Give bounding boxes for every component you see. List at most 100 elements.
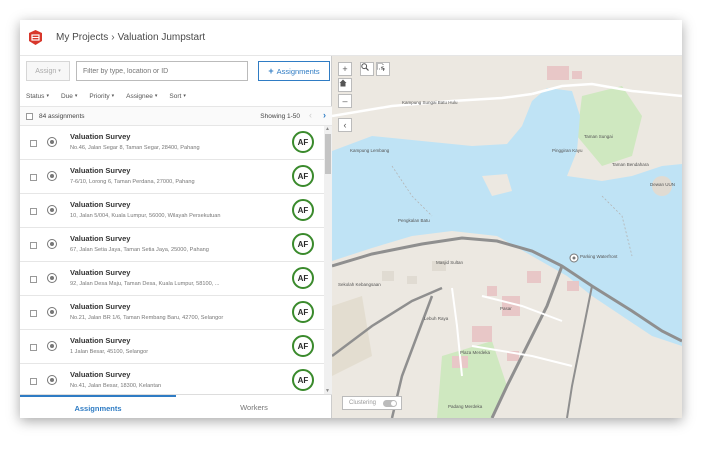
tab-workers[interactable]: Workers [176,395,332,418]
zoom-to-target-icon[interactable] [47,205,57,215]
workforce-logo-icon [28,30,42,46]
assignee-avatar: AF [292,267,314,289]
assignment-title: Valuation Survey [70,302,131,311]
list-item[interactable]: Valuation Survey 67, Jalan Setia Jaya, Ta… [20,228,324,262]
assignee-avatar: AF [292,335,314,357]
panel-tabs: Assignments Workers [20,394,332,418]
filter-input[interactable] [76,61,248,81]
assign-button[interactable]: Assign ▾ [26,61,70,81]
map-view[interactable]: Kampung Sungai Batu Hulu Taman Sungai Ka… [332,56,682,418]
scroll-up-icon[interactable]: ▲ [325,126,330,132]
collapse-panel-button[interactable]: ‹ [338,118,352,132]
breadcrumb: My Projects › Valuation Jumpstart [56,32,205,43]
chevron-down-icon: ▾ [58,68,61,74]
chevron-down-icon: ▾ [46,93,49,99]
add-assignments-label: Assignments [276,66,320,76]
map-label-masjid: Masjid Sultan [436,260,464,265]
list-item[interactable]: Valuation Survey 92, Jalan Desa Maju, Tam… [20,262,324,296]
assignment-address: 1 Jalan Besar, 45100, Selangor [70,349,149,355]
filter-assignee-label: Assignee [126,92,153,100]
select-all-checkbox[interactable] [26,112,33,120]
map-label-pasar: Pasar [500,306,512,311]
assignment-title: Valuation Survey [70,234,131,243]
filter-priority[interactable]: Priority ▾ [89,93,114,100]
assignment-address: No.46, Jalan Segar 8, Taman Segar, 28400… [70,145,200,151]
zoom-to-target-icon[interactable] [47,307,57,317]
clustering-control: Clustering [342,396,402,410]
search-button[interactable] [360,62,374,76]
list-item[interactable]: Valuation Survey No.46, Jalan Segar 8, Ta… [20,126,324,160]
filter-due-label: Due [60,92,73,100]
plus-icon: + [342,64,348,74]
zoom-to-target-icon[interactable] [47,375,57,385]
list-header: 84 assignments Showing 1-50 ‹ › [20,106,332,126]
filter-sort[interactable]: Sort ▾ [169,93,185,100]
clustering-toggle[interactable] [383,400,397,407]
assignee-avatar: AF [292,301,314,323]
assignment-address: No.21, Jalan BR 1/6, Taman Rembang Baru,… [70,315,224,321]
assignment-address: 92, Jalan Desa Maju, Taman Desa, Kuala L… [70,281,220,287]
zoom-to-target-icon[interactable] [47,341,57,351]
assignment-address: No.41, Jalan Besar, 18300, Kelantan [70,383,162,389]
chevron-down-icon: ▾ [183,93,186,99]
row-checkbox[interactable] [30,242,37,249]
home-button[interactable] [338,78,352,92]
assignee-avatar: AF [292,369,314,391]
zoom-to-target-icon[interactable] [47,171,57,181]
clustering-label: Clustering [349,400,377,406]
tab-assignments[interactable]: Assignments [20,395,176,418]
list-scrollbar[interactable]: ▲ ▼ [324,126,332,394]
zoom-to-target-icon[interactable] [47,273,57,283]
row-checkbox[interactable] [30,174,37,181]
plus-icon: + [268,66,274,76]
assignment-title: Valuation Survey [70,336,131,345]
map-label-road: Kampung Sungai Batu Hulu [402,100,458,105]
scrollbar-thumb[interactable] [325,134,331,174]
add-assignments-button[interactable]: + Assignments [258,61,330,81]
select-tool-button[interactable] [376,62,390,76]
zoom-out-button[interactable]: – [338,94,352,108]
row-checkbox[interactable] [30,140,37,147]
chevron-left-icon: ‹ [343,120,347,130]
chevron-right-icon[interactable]: › [323,110,326,120]
map-label-taman-bendahara: Taman Bendahara [612,162,649,167]
chevron-down-icon: ▾ [111,93,115,99]
breadcrumb-my-projects[interactable]: My Projects [56,32,108,43]
assignee-avatar: AF [292,131,314,153]
map-label-pinggiran: Pinggiran Kayu [552,148,583,153]
home-icon [339,79,347,87]
app-window: My Projects › Valuation Jumpstart Assign ▾ … [20,20,682,418]
list-item[interactable]: Valuation Survey 1 Jalan Besar, 45100, Se… [20,330,324,364]
filter-due[interactable]: Due ▾ [61,93,77,100]
row-checkbox[interactable] [30,276,37,283]
assignment-title: Valuation Survey [70,166,131,175]
row-checkbox[interactable] [30,208,37,215]
list-item[interactable]: Valuation Survey No.41, Jalan Besar, 1830… [20,364,324,394]
assignment-title: Valuation Survey [70,200,131,209]
row-checkbox[interactable] [30,378,37,385]
filter-status[interactable]: Status ▾ [26,93,49,100]
zoom-to-target-icon[interactable] [47,239,57,249]
chevron-down-icon: ▾ [74,93,78,99]
assignment-toolbar: Assign▾ +Assignments [20,56,332,86]
assignment-title: Valuation Survey [70,132,131,141]
map-label-taman: Taman Sungai [584,134,613,139]
breadcrumb-current-project: Valuation Jumpstart [117,32,206,43]
list-item[interactable]: Valuation Survey 10, Jalan 5/004, Kuala L… [20,194,324,228]
assignment-address: 67, Jalan Setia Jaya, Taman Setia Jaya, … [70,247,209,253]
zoom-to-target-icon[interactable] [47,137,57,147]
filter-assignee[interactable]: Assignee ▾ [126,93,157,100]
assignment-address: 10, Jalan 5/004, Kuala Lumpur, 56000, Wi… [70,213,221,219]
chevron-left-icon[interactable]: ‹ [309,110,312,120]
row-checkbox[interactable] [30,344,37,351]
list-item[interactable]: Valuation Survey No.21, Jalan BR 1/6, Tam… [20,296,324,330]
assignments-panel: Assign▾ +Assignments Status▾ Due▾ Priori… [20,56,332,418]
assignment-address: 7-6/10, Lorong 6, Taman Perdana, 27000, … [70,179,195,185]
filter-status-label: Status [26,92,45,100]
zoom-in-button[interactable]: + [338,62,352,76]
row-checkbox[interactable] [30,310,37,317]
assignee-avatar: AF [292,199,314,221]
list-item[interactable]: Valuation Survey 7-6/10, Lorong 6, Taman … [20,160,324,194]
map-label-pengkalan: Pengkalan Batu [398,218,430,223]
assignment-list: Valuation Survey No.46, Jalan Segar 8, Ta… [20,126,324,394]
